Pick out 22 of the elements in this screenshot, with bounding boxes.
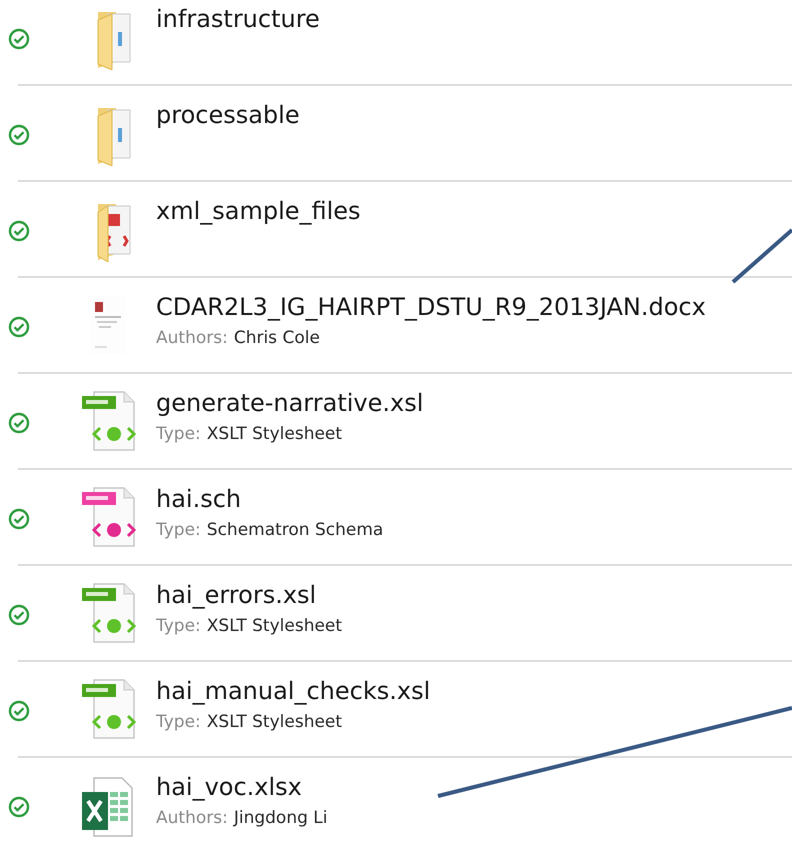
property-value: XSLT Stylesheet xyxy=(206,616,342,636)
property-value: Schematron Schema xyxy=(206,520,384,540)
file-name: xml_sample_files xyxy=(156,196,361,226)
file-name: generate-narrative.xsl xyxy=(156,388,424,418)
property-value: XSLT Stylesheet xyxy=(206,712,342,732)
property-value: XSLT Stylesheet xyxy=(206,424,342,444)
property-label: Type: xyxy=(156,712,201,732)
file-name: hai_manual_checks.xsl xyxy=(156,676,430,706)
property-label: Type: xyxy=(156,616,201,636)
file-name: processable xyxy=(156,100,300,130)
property-label: Authors: xyxy=(156,808,228,828)
property-label: Type: xyxy=(156,520,201,540)
property-label: Type: xyxy=(156,424,201,444)
file-name: CDAR2L3_IG_HAIRPT_DSTU_R9_2013JAN.docx xyxy=(156,292,706,322)
file-name: hai_errors.xsl xyxy=(156,580,318,610)
leader-line xyxy=(732,228,792,284)
file-name: hai_voc.xlsx xyxy=(156,772,303,802)
property-value: Jingdong Li xyxy=(234,808,328,828)
property-value: Chris Cole xyxy=(234,328,320,348)
property-label: Authors: xyxy=(156,328,228,348)
file-name: hai.sch xyxy=(156,484,242,514)
file-name: infrastructure xyxy=(156,4,320,34)
